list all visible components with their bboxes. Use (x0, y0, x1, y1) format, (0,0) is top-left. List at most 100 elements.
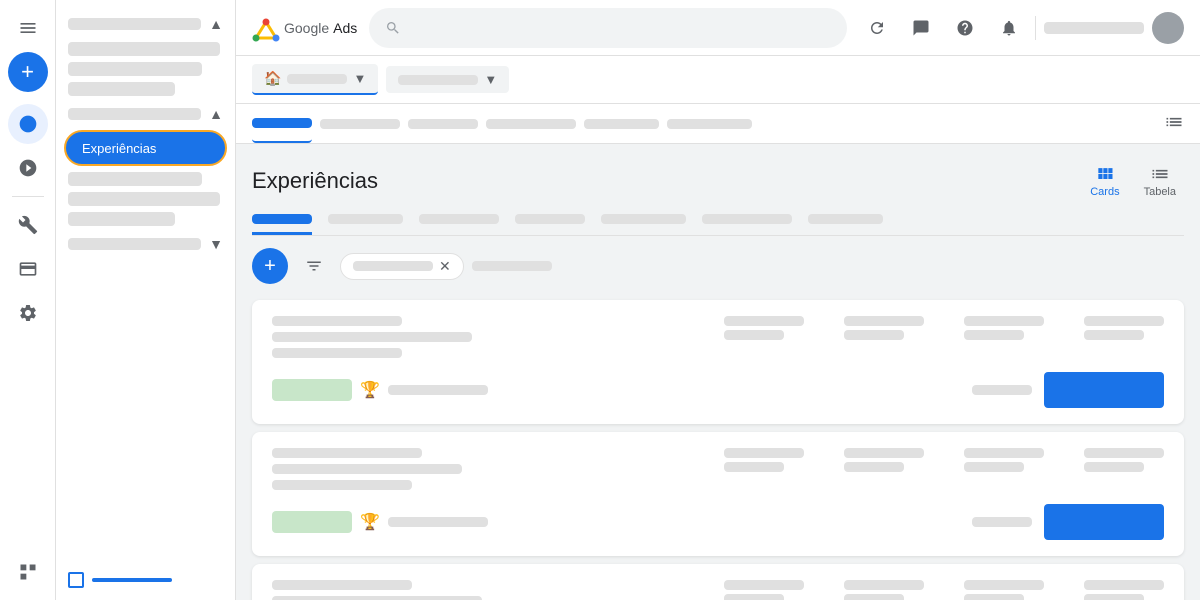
cards-container: 🏆 (252, 300, 1184, 600)
chevron-down-icon: ▼ (209, 236, 223, 252)
metric-value-2d (1084, 462, 1144, 472)
card-action-button-1[interactable] (1044, 372, 1164, 408)
metric-label-1a (724, 316, 804, 326)
filter-extra (472, 261, 552, 271)
metric-col-3d (1084, 580, 1164, 600)
refresh-button[interactable] (859, 10, 895, 46)
sidebar-item-settings[interactable] (8, 293, 48, 333)
metric-label-3b (844, 580, 924, 590)
menu-icon[interactable] (8, 8, 48, 48)
sidebar-item-tools[interactable] (8, 205, 48, 245)
metric-value-1d (1084, 330, 1144, 340)
column-config-button[interactable] (1164, 112, 1184, 135)
metric-label-2a (724, 448, 804, 458)
sidebar-item-goals[interactable] (8, 148, 48, 188)
sidebar: + (0, 0, 56, 600)
tab-5[interactable] (601, 214, 686, 224)
nav-item-2[interactable] (68, 62, 202, 76)
nav-item-7[interactable] (68, 212, 175, 226)
nav-item-1[interactable] (68, 42, 220, 56)
metric-value-1a (724, 330, 784, 340)
metric-value-3b (844, 594, 904, 600)
tab-4[interactable] (515, 214, 585, 224)
filter-tag-close[interactable]: ✕ (439, 258, 451, 275)
breadcrumb-tab-2[interactable] (320, 119, 400, 129)
metric-col-1c (964, 316, 1044, 340)
topbar: Google Ads (236, 0, 1200, 56)
card-top-row-1 (272, 316, 1164, 364)
tab-7[interactable] (808, 214, 883, 224)
card-bottom-row-1: 🏆 (272, 372, 1164, 408)
experiment-card-3: 🏆 (252, 564, 1184, 600)
notifications-button[interactable] (991, 10, 1027, 46)
nav-collapse-1[interactable]: ▲ (56, 12, 235, 36)
metric-label-2b (844, 448, 924, 458)
card-top-row-2 (272, 448, 1164, 496)
metric-label-1d (1084, 316, 1164, 326)
nav-section-label (68, 18, 201, 30)
sub-header: 🏠 ▼ ▼ (236, 56, 1200, 104)
sidebar-item-billing[interactable] (8, 249, 48, 289)
table-view-label: Tabela (1144, 186, 1176, 198)
card-info-2 (272, 448, 724, 496)
add-experiment-button[interactable]: + (252, 248, 288, 284)
nav-progress-bar (92, 578, 172, 582)
breadcrumb-tab-5[interactable] (584, 119, 659, 129)
card-metrics-1 (724, 316, 1164, 340)
card-info-1 (272, 316, 724, 364)
user-avatar[interactable] (1152, 12, 1184, 44)
metric-value-1b (844, 330, 904, 340)
home-icon: 🏠 (264, 70, 281, 87)
view-toggle: Cards Tabela (1082, 160, 1184, 202)
metric-label-2c (964, 448, 1044, 458)
nav-item-5[interactable] (68, 172, 202, 186)
metric-label-1c (964, 316, 1044, 326)
account-dropdown[interactable]: 🏠 ▼ (252, 64, 378, 95)
breadcrumb-tab-3[interactable] (408, 119, 478, 129)
dropdown-arrow: ▼ (353, 71, 366, 86)
tab-active[interactable] (252, 214, 312, 235)
chevron-up-icon: ▲ (209, 16, 223, 32)
filter-tag[interactable]: ✕ (340, 253, 464, 280)
create-button[interactable]: + (8, 52, 48, 92)
tab-6[interactable] (702, 214, 792, 224)
search-bar[interactable] (369, 8, 847, 48)
card-action-button-2[interactable] (1044, 504, 1164, 540)
sidebar-item-overview[interactable] (8, 104, 48, 144)
date-dropdown[interactable]: ▼ (386, 66, 509, 93)
metric-col-3b (844, 580, 924, 600)
search-input[interactable] (409, 20, 831, 36)
metric-col-1d (1084, 316, 1164, 340)
tab-2[interactable] (328, 214, 403, 224)
help-button[interactable] (947, 10, 983, 46)
cards-view-label: Cards (1090, 186, 1119, 198)
topbar-icons (859, 10, 1184, 46)
sidebar-item-experiencias[interactable]: Experiências (64, 130, 227, 166)
filter-button[interactable] (296, 248, 332, 284)
card-bottom-row-2: 🏆 (272, 504, 1164, 540)
nav-collapse-3[interactable]: ▼ (56, 232, 235, 256)
card-title-3 (272, 580, 412, 590)
cards-view-button[interactable]: Cards (1082, 160, 1127, 202)
sidebar-item-expand[interactable] (8, 552, 48, 592)
card-spacer-2 (972, 517, 1032, 527)
card-metrics-2 (724, 448, 1164, 472)
breadcrumb-tab-1[interactable] (252, 105, 312, 143)
nav-item-6[interactable] (68, 192, 220, 206)
page-header: Experiências Cards Tabela (252, 160, 1184, 202)
card-top-row-3 (272, 580, 1164, 600)
message-button[interactable] (903, 10, 939, 46)
metric-label-3a (724, 580, 804, 590)
tab-3[interactable] (419, 214, 499, 224)
breadcrumb-row (236, 104, 1200, 144)
nav-collapse-2[interactable]: ▲ (56, 102, 235, 126)
breadcrumb-tab-4[interactable] (486, 119, 576, 129)
search-icon (385, 20, 401, 36)
nav-item-3[interactable] (68, 82, 175, 96)
breadcrumb-tab-6[interactable] (667, 119, 752, 129)
metric-value-1c (964, 330, 1024, 340)
filter-tag-value (353, 261, 433, 271)
table-view-button[interactable]: Tabela (1136, 160, 1184, 202)
metric-col-1a (724, 316, 804, 340)
metric-col-3c (964, 580, 1044, 600)
